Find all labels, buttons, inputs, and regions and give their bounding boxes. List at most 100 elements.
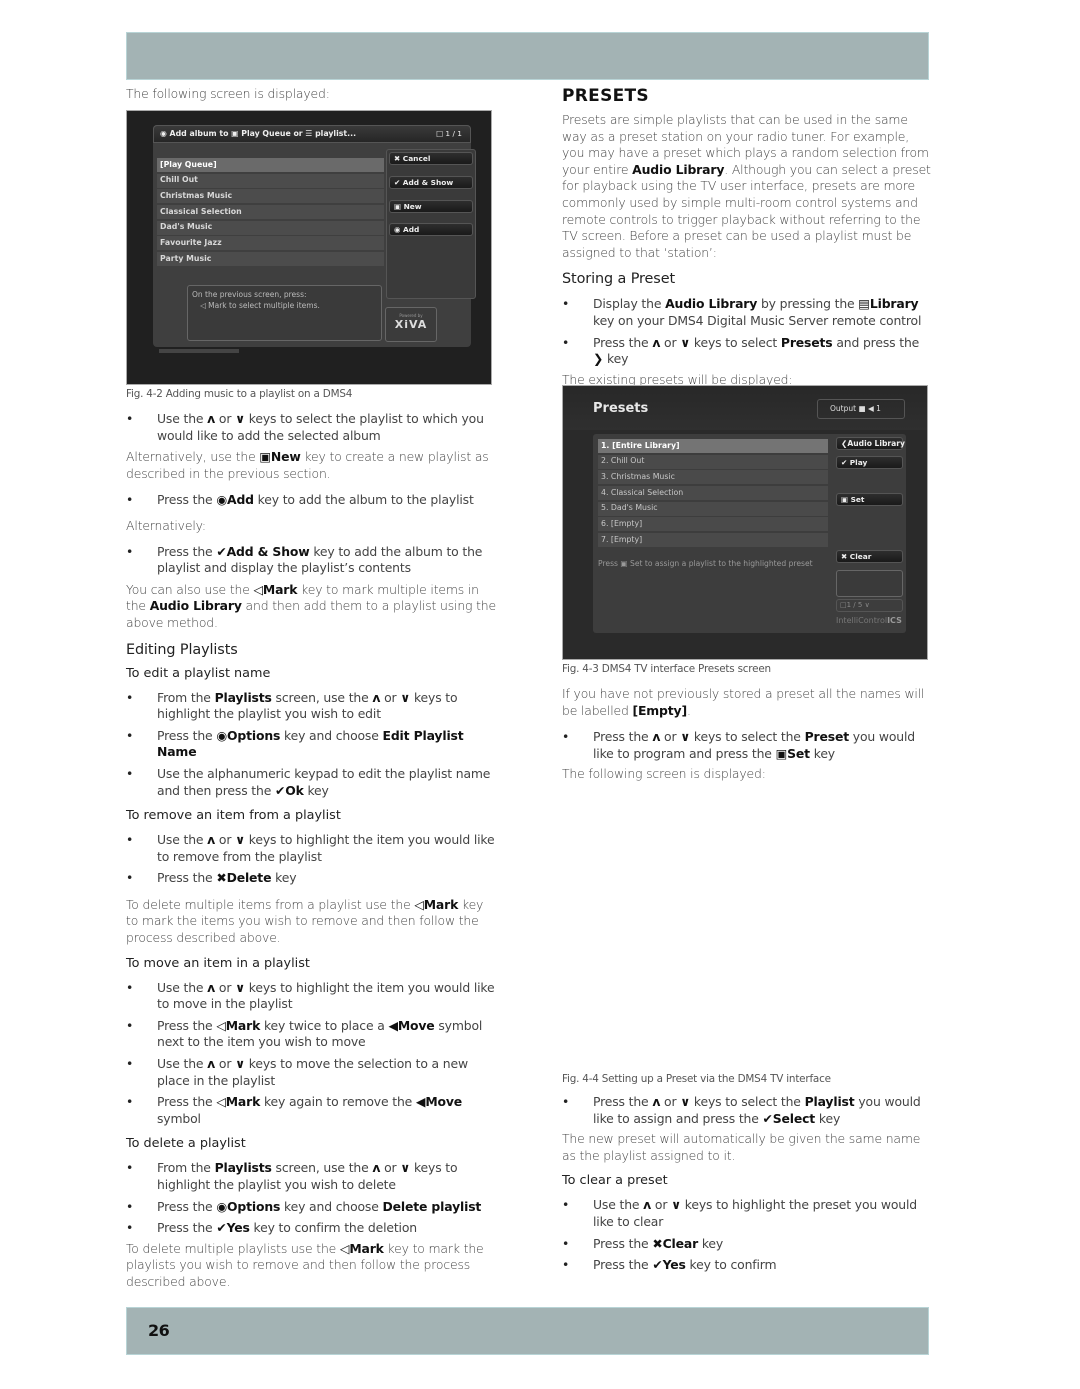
alternative-new-text: Alternatively, use the ▣New key to creat… [126,449,489,481]
subheading-edit-name: To edit a playlist name [126,665,271,681]
hint-line-1: On the previous screen, press: [192,290,307,299]
audio-library-label: Audio Library [847,439,905,448]
dialog-header: ◉ Add album to ▣ Play Queue or ☰ playlis… [153,125,471,143]
new-button[interactable]: ▣ New [389,200,473,213]
hint-box: On the previous screen, press: ◁ Mark to… [187,285,382,341]
delete-multi-text: To delete multiple playlists use the ◁Ma… [126,1240,484,1289]
bullet-assign-playlist: Press the ʌ or ∨ keys to select the Play… [562,1094,932,1127]
progress-strip [159,349,239,353]
intellicontrol-logo: IntelliControlICS [836,616,902,625]
bullet-clear-3: Press the ✔Yes key to confirm [562,1257,932,1274]
cross-icon: ✖ [394,154,403,163]
bullet-remove-2: Press the ✖Delete key [126,870,498,887]
figure-add-to-playlist-screen: ◉ Add album to ▣ Play Queue or ☰ playlis… [126,110,492,385]
add-label: Add [403,225,420,234]
intro-text: The following screen is displayed: [126,86,330,101]
play-label: Play [849,458,868,467]
bullet-move-2: Press the ◁Mark key twice to place a ◀Mo… [126,1018,498,1051]
list-item[interactable]: Christmas Music [157,189,384,204]
logo-text: XiVA [394,318,428,331]
list-item[interactable]: 3. Christmas Music [598,470,828,485]
figure-presets-screen: Presets Output ■ ◀ 1 1. [Entire Library]… [562,385,928,660]
chevron-down-icon: ∨ [864,601,870,609]
figure-caption: Fig. 4-4 Setting up a Preset via the DMS… [562,1073,831,1085]
list-item[interactable]: 4. Classical Selection [598,486,828,501]
new-preset-text: The new preset will automatically be giv… [562,1131,921,1163]
add-button[interactable]: ◉ Add [389,223,473,236]
pager-text: 1 / 5 [846,601,863,609]
hint-text: Press ▣ Set to assign a playlist to the … [598,559,813,568]
bullet-store-1: Display the Audio Library by pressing th… [562,296,932,329]
cross-icon: ✖ [841,552,850,561]
following-text: The following screen is displayed: [562,766,766,782]
set-label: Set [850,495,865,504]
list-item[interactable]: 7. [Empty] [598,533,828,548]
square-icon: ▣ [841,495,851,504]
section-heading-storing: Storing a Preset [562,271,675,288]
clear-button[interactable]: ✖ Clear [836,550,903,563]
list-item[interactable]: Dad's Music [157,220,384,235]
audio-library-button[interactable]: ❮Audio Library [836,437,905,450]
check-icon: ✔ [394,178,403,187]
set-button[interactable]: ▣ Set [836,493,903,506]
page-icon: □ [840,601,847,609]
section-title-presets: PRESETS [562,86,649,106]
list-item[interactable]: 1. [Entire Library] [598,439,828,453]
bullet-remove-1: Use the ʌ or ∨ keys to highlight the ite… [126,832,498,865]
page-indicator-text: 1 / 1 [445,129,462,138]
list-item[interactable]: 5. Dad's Music [598,501,828,516]
bullet-program-preset: Press the ʌ or ∨ keys to select the Pres… [562,729,932,762]
new-label: New [403,202,422,211]
subheading-move-item: To move an item in a playlist [126,955,310,971]
bullet-edit-1: From the Playlists screen, use the ʌ or … [126,690,498,723]
square-icon: ▣ [620,559,628,568]
disc-icon: ◉ [160,129,170,138]
page-number: 26 [148,1321,170,1340]
bullet-add: Press the ◉Add key to add the album to t… [126,492,498,509]
list-item[interactable]: 2. Chill Out [598,454,828,469]
mark-text: You can also use the ◁Mark key to mark m… [126,581,496,630]
cancel-label: Cancel [402,154,431,163]
output-label: Output [830,404,857,413]
list-item[interactable]: 6. [Empty] [598,517,828,532]
bullet-store-2: Press the ʌ or ∨ keys to select Presets … [562,335,932,368]
screen-title: Presets [593,401,649,416]
remove-multi-text: To delete multiple items from a playlist… [126,896,484,946]
output-indicator[interactable]: Output ■ ◀ 1 [817,399,905,419]
header-band [126,32,929,80]
clear-label: Clear [849,552,872,561]
xiva-logo: Powered by XiVA [385,307,437,342]
bullet-edit-3: Use the alphanumeric keypad to edit the … [126,766,498,799]
check-icon: ✔ [841,458,850,467]
section-heading-editing: Editing Playlists [126,641,238,658]
output-zone: 1 [876,404,881,413]
radio-icon: ◉ [394,225,404,234]
presets-intro: Presets are simple playlists that can be… [562,112,931,260]
list-item[interactable]: Classical Selection [157,205,384,220]
play-button[interactable]: ✔ Play [836,456,903,469]
bullet-select-playlist: Use the ʌ or ∨ keys to select the playli… [126,411,498,444]
presets-list: 1. [Entire Library] 2. Chill Out 3. Chri… [598,439,828,549]
bullet-delete-2: Press the ◉Options key and choose Delete… [126,1199,498,1216]
footer-band: 26 [126,1307,929,1355]
bullet-delete-1: From the Playlists screen, use the ʌ or … [126,1160,498,1193]
square-icon: ▣ [394,202,404,211]
subheading-clear-preset: To clear a preset [562,1173,668,1189]
list-item[interactable]: Favourite Jazz [157,236,384,251]
pager[interactable]: □1 / 5 ∨ [836,599,903,612]
add-show-button[interactable]: ✔ Add & Show [389,176,473,189]
hint-line-2: ◁ Mark to select multiple items. [200,301,320,310]
figure-caption: Fig. 4-3 DMS4 TV interface Presets scree… [562,663,771,675]
add-show-label: Add & Show [402,178,454,187]
list-item[interactable]: [Play Queue] [157,158,384,172]
cancel-button[interactable]: ✖ Cancel [389,152,473,165]
list-item[interactable]: Chill Out [157,173,384,188]
bullet-move-4: Press the ◁Mark key again to remove the … [126,1094,498,1127]
list-item[interactable]: Party Music [157,252,384,267]
bullet-add-show: Press the ✔Add & Show key to add the alb… [126,544,498,577]
bullet-edit-2: Press the ◉Options key and choose Edit P… [126,728,498,761]
empty-button-slot [836,570,903,597]
bullet-delete-3: Press the ✔Yes key to confirm the deleti… [126,1220,498,1237]
square-icon: ■ [858,404,866,413]
alternatively-text: Alternatively: [126,517,206,533]
